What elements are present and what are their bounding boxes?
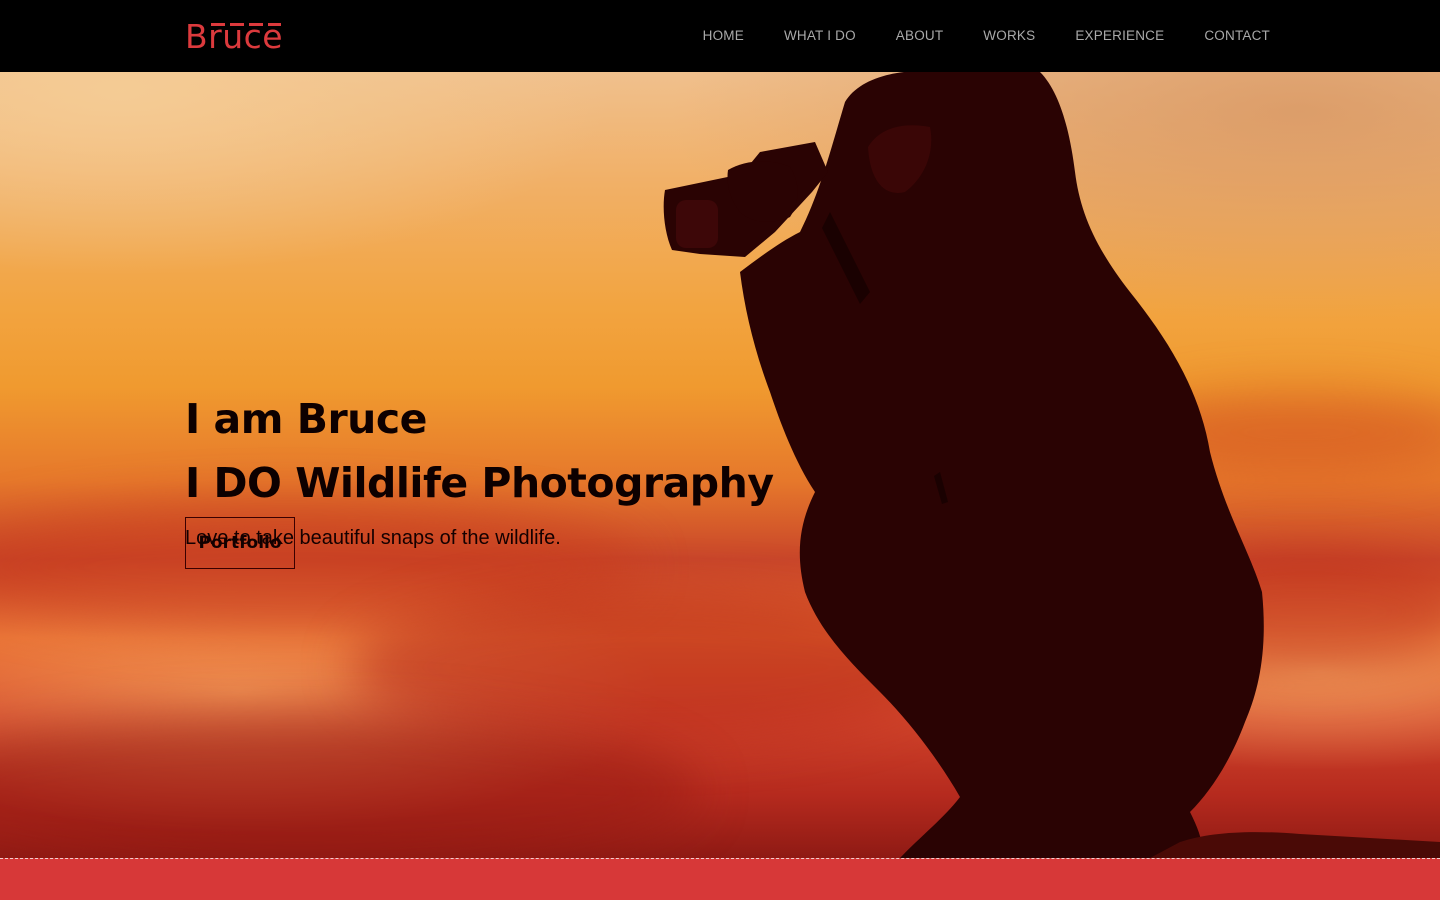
logo-dash-accent	[211, 23, 281, 26]
nav-home[interactable]: HOME	[703, 28, 744, 43]
hero-heading-line1: I am Bruce	[185, 395, 427, 443]
nav-what-i-do[interactable]: WHAT I DO	[784, 28, 856, 43]
portfolio-button[interactable]: Portfolio	[185, 517, 295, 569]
nav-experience[interactable]: EXPERIENCE	[1075, 28, 1164, 43]
brand-logo[interactable]: Bruce	[185, 14, 283, 58]
hero-section: I am Bruce I DO Wildlife Photography Lov…	[0, 72, 1440, 858]
nav-about[interactable]: ABOUT	[896, 28, 944, 43]
hero-heading: I am Bruce I DO Wildlife Photography	[185, 387, 885, 515]
hero-heading-line2: I DO Wildlife Photography	[185, 459, 774, 507]
main-nav: HOME WHAT I DO ABOUT WORKS EXPERIENCE CO…	[663, 0, 1270, 72]
nav-contact[interactable]: CONTACT	[1204, 28, 1270, 43]
section-divider-bar	[0, 858, 1440, 900]
nav-works[interactable]: WORKS	[983, 28, 1035, 43]
navbar: Bruce HOME WHAT I DO ABOUT WORKS EXPERIE…	[0, 0, 1440, 72]
